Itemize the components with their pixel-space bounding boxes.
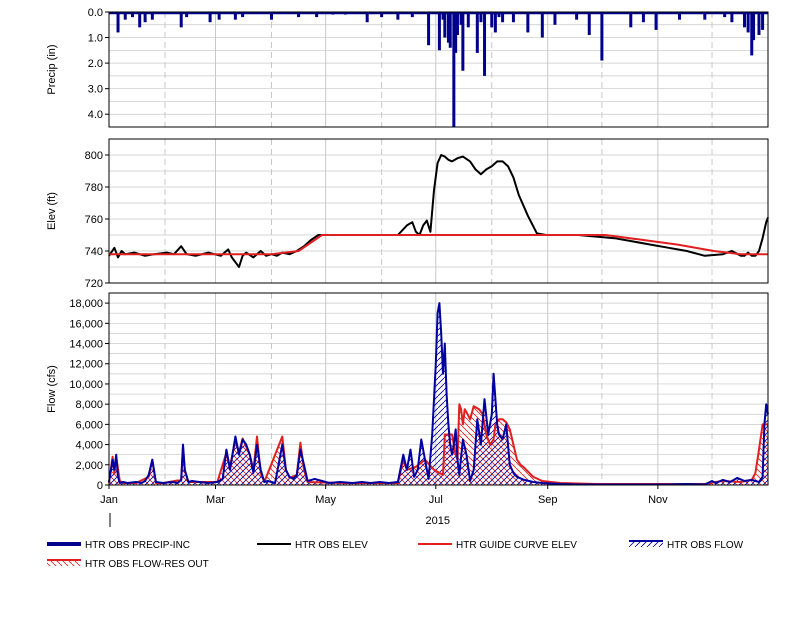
y-tick-label: 4.0: [88, 109, 103, 121]
precip-bar: [493, 12, 497, 33]
x-tick-label: Nov: [648, 494, 668, 506]
legend-item: HTR OBS ELEV: [257, 540, 368, 551]
chart-canvas: 0.0 1.0 2.0 3.0 4.0 Precip (in) 720 740 760 780 80…: [46, 7, 769, 570]
panel-1: 0.0 1.0 2.0 3.0 4.0 Precip (in): [46, 7, 769, 128]
precip-bar: [757, 12, 761, 35]
precip-bar: [116, 12, 120, 33]
legend-label: HTR OBS FLOW-RES OUT: [85, 559, 209, 570]
x-tick-label: Jul: [429, 494, 443, 506]
precip-bar: [743, 12, 747, 28]
y-tick-label: 760: [85, 214, 103, 226]
legend-item: HTR OBS PRECIP-INC: [47, 540, 190, 551]
y-tick-label: 3.0: [88, 84, 103, 96]
legend-label: HTR OBS PRECIP-INC: [85, 540, 190, 551]
x-tick-label: Jan: [100, 494, 118, 506]
precip-bar: [752, 12, 756, 41]
panel-2: 720 740 760 780 800 Elev (ft): [46, 138, 769, 290]
y-axis-label: Precip (in): [46, 44, 58, 94]
y-tick-label: 1.0: [88, 33, 103, 45]
y-tick-label: 780: [85, 182, 103, 194]
y-tick-label: 740: [85, 246, 103, 258]
precip-bar: [490, 12, 494, 28]
precip-bar: [746, 12, 750, 33]
precip-bar: [427, 12, 431, 46]
precip-bar: [448, 12, 452, 48]
precip-bar: [179, 12, 183, 28]
y-tick-label: 12,000: [69, 359, 103, 371]
legend-label: HTR GUIDE CURVE ELEV: [456, 540, 577, 551]
precip-bar: [600, 12, 604, 61]
y-tick-label: 8,000: [75, 399, 103, 411]
legend-item: HTR GUIDE CURVE ELEV: [418, 540, 577, 551]
precip-bar: [443, 12, 447, 38]
precip-bar: [437, 12, 441, 51]
precip-bar: [466, 12, 470, 28]
y-axis-label: Elev (ft): [46, 192, 58, 230]
y-tick-label: 14,000: [69, 339, 103, 351]
y-tick-label: 16,000: [69, 318, 103, 330]
chart-figure: 0.0 1.0 2.0 3.0 4.0 Precip (in) 720 740 760 780 80…: [0, 0, 800, 627]
x-year-label: 2015: [426, 515, 450, 527]
y-tick-label: 2,000: [75, 460, 103, 472]
y-tick-label: 2.0: [88, 58, 103, 70]
precip-bar: [654, 12, 658, 30]
precip-bar: [475, 12, 479, 53]
legend-label: HTR OBS FLOW: [667, 540, 744, 551]
precip-bar: [587, 12, 591, 35]
x-tick-label: Sep: [538, 494, 558, 506]
panel-3: 0 2,000 4,000 6,000 8,000 10,000 12,000 14,000 1…: [46, 292, 769, 492]
precip-bar: [540, 12, 544, 38]
legend-item: HTR OBS FLOW: [629, 540, 744, 551]
y-tick-label: 720: [85, 278, 103, 290]
y-tick-label: 0.0: [88, 7, 103, 19]
precip-bar: [629, 12, 633, 28]
legend-item: HTR OBS FLOW-RES OUT: [47, 559, 209, 570]
y-axis-label: Flow (cfs): [46, 365, 58, 413]
precip-bar: [483, 12, 487, 76]
y-tick-label: 0: [97, 480, 103, 492]
precip-bar: [461, 12, 465, 71]
precip-bar: [138, 12, 142, 28]
x-tick-label: Mar: [206, 494, 225, 506]
y-tick-label: 10,000: [69, 379, 103, 391]
y-tick-label: 4,000: [75, 440, 103, 452]
x-tick-label: May: [315, 494, 336, 506]
y-tick-label: 6,000: [75, 419, 103, 431]
precip-bar: [455, 12, 459, 35]
legend-label: HTR OBS ELEV: [295, 540, 368, 551]
precip-bar: [526, 12, 530, 33]
precip-bar: [761, 12, 765, 30]
y-tick-label: 800: [85, 150, 103, 162]
y-tick-label: 18,000: [69, 298, 103, 310]
